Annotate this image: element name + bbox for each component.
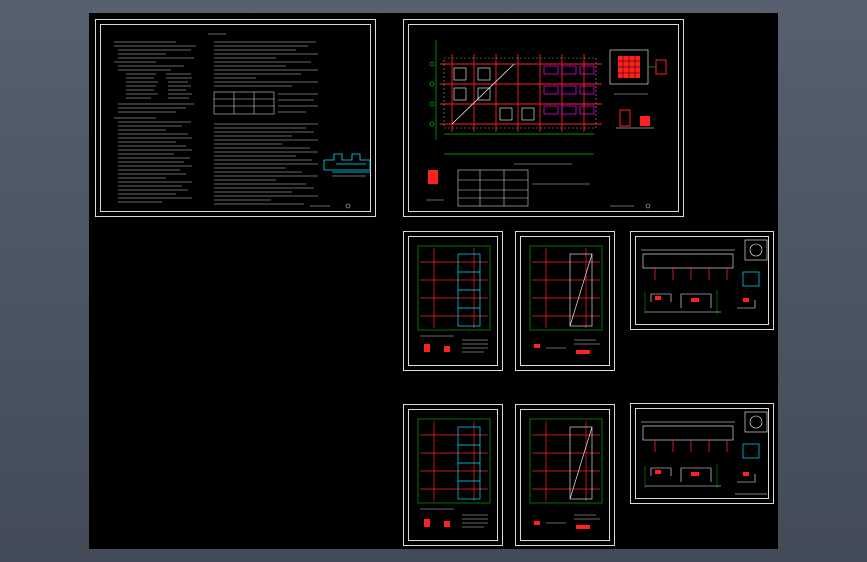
floor-plan-sheet-4[interactable]	[515, 404, 615, 546]
floor-plan-1-drawing	[417, 245, 491, 353]
notes-sheet-drawing	[114, 33, 371, 209]
floor-plan-3-drawing	[417, 418, 491, 528]
detail-sheet-1[interactable]	[630, 231, 774, 330]
notes-sheet[interactable]	[95, 19, 376, 217]
detail-sheet-1-drawing	[641, 239, 768, 314]
floor-plan-sheet-3[interactable]	[403, 404, 503, 546]
cad-drawing-canvas[interactable]	[89, 13, 778, 549]
detail-sheet-2[interactable]	[630, 403, 774, 504]
foundation-plan-drawing	[426, 40, 667, 209]
floor-plan-sheet-1[interactable]	[403, 231, 503, 371]
foundation-plan-sheet[interactable]	[403, 19, 684, 217]
floor-plan-2-drawing	[529, 245, 603, 354]
detail-sheet-2-drawing	[641, 411, 768, 495]
floor-plan-sheet-2[interactable]	[515, 231, 615, 371]
floor-plan-4-drawing	[529, 418, 603, 529]
